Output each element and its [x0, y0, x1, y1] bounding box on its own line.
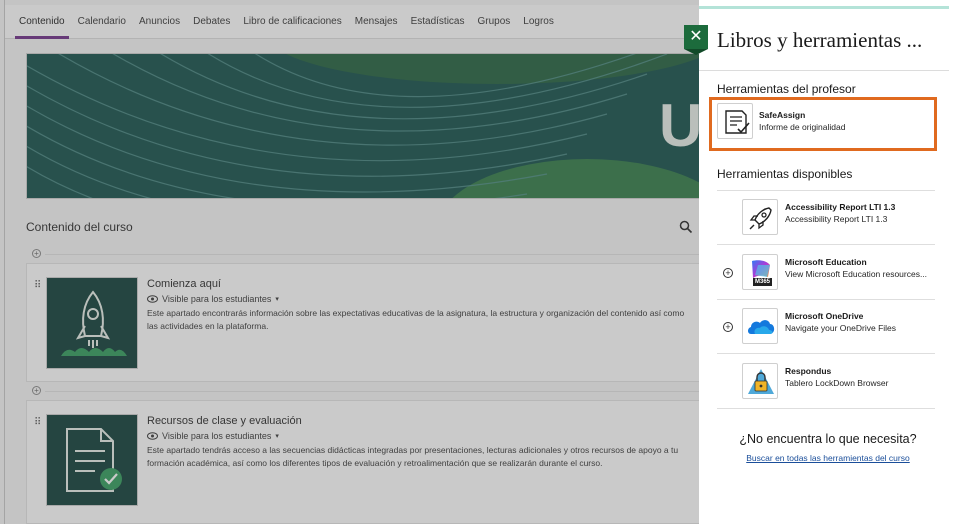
tool-respondus[interactable]: Respondus Tablero LockDown Browser: [717, 355, 935, 409]
tool-accessibility-report[interactable]: Accessibility Report LTI 1.3 Accessibili…: [717, 191, 935, 245]
tool-subtitle: View Microsoft Education resources...: [785, 269, 928, 279]
respondus-lock-icon: [742, 363, 778, 399]
close-button-tab-icon: [684, 49, 708, 55]
panel-top-accent: [699, 6, 949, 9]
available-tools-heading: Herramientas disponibles: [717, 167, 853, 181]
tool-name: SafeAssign: [759, 110, 806, 120]
panel-divider: [699, 70, 949, 71]
help-heading: ¿No encuentra lo que necesita?: [739, 432, 917, 446]
onedrive-cloud-icon: [742, 308, 778, 344]
course-page: Contenido Calendario Anuncios Debates Li…: [0, 0, 699, 524]
search-all-tools-link[interactable]: Buscar en todas las herramientas del cur…: [699, 453, 957, 463]
tool-microsoft-onedrive[interactable]: + Microsoft OneDrive Navigate your OneDr…: [717, 300, 935, 354]
add-tool-plus-icon[interactable]: +: [723, 268, 733, 278]
close-panel-button[interactable]: ✕: [684, 25, 708, 49]
tool-name: Respondus: [785, 366, 832, 376]
m365-badge: M365: [753, 278, 773, 286]
tool-subtitle: Tablero LockDown Browser: [785, 378, 889, 388]
tool-microsoft-education[interactable]: + M365 Microsoft Education View Microsof…: [717, 246, 935, 300]
tool-divider: [717, 408, 935, 409]
rocket-icon: [742, 199, 778, 235]
modal-overlay[interactable]: [0, 0, 699, 524]
tool-subtitle: Accessibility Report LTI 1.3: [785, 214, 888, 224]
tool-name: Accessibility Report LTI 1.3: [785, 202, 896, 212]
tool-divider: [717, 353, 935, 354]
tool-name: Microsoft Education: [785, 257, 867, 267]
tool-subtitle: Informe de originalidad: [759, 122, 846, 132]
tool-name: Microsoft OneDrive: [785, 311, 864, 321]
document-check-icon: [717, 103, 753, 139]
tools-panel: Libros y herramientas ... Herramientas d…: [699, 0, 957, 524]
tool-safeassign[interactable]: SafeAssign Informe de originalidad: [699, 99, 917, 153]
tool-subtitle: Navigate your OneDrive Files: [785, 323, 897, 333]
panel-title: Libros y herramientas ...: [717, 28, 923, 52]
m365-icon: M365: [742, 254, 778, 290]
tool-divider: [717, 244, 935, 245]
teacher-tools-heading: Herramientas del profesor: [717, 82, 856, 96]
add-tool-plus-icon[interactable]: +: [723, 322, 733, 332]
